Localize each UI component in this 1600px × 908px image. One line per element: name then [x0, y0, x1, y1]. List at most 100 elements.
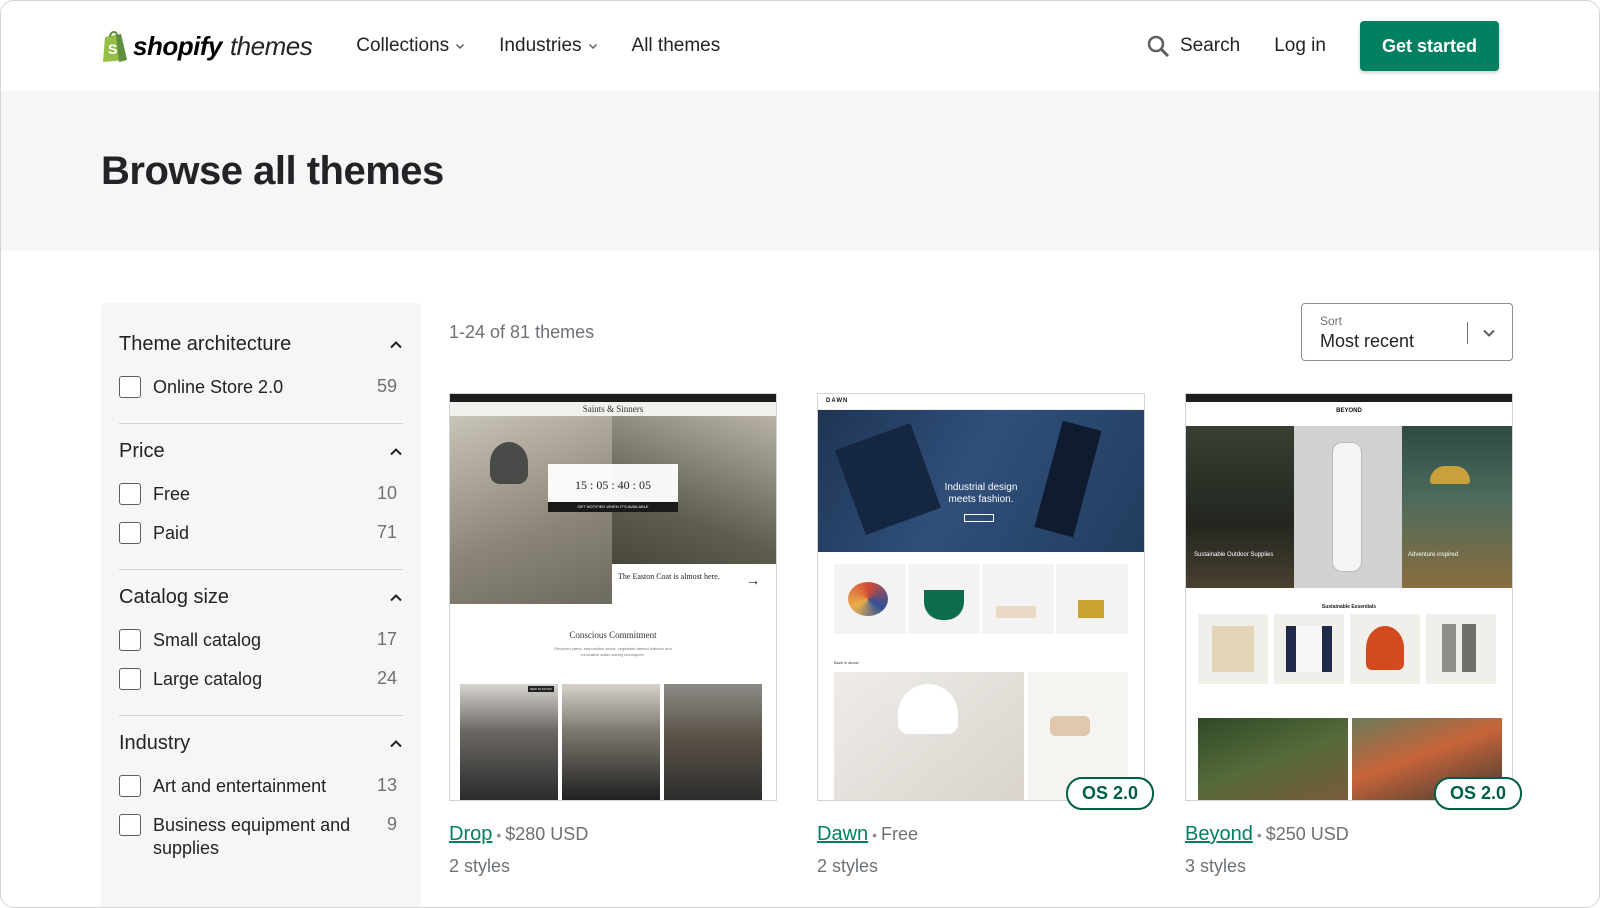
- preview-nav-bar: [818, 394, 1144, 410]
- preview-product-bag-1-art: [848, 582, 888, 616]
- filter-option-count: 24: [376, 668, 397, 688]
- theme-thumbnail-beyond[interactable]: BEYOND Sustainable Outdoor Supplies Adve…: [1185, 393, 1522, 810]
- filter-group-industry: Industry Art and entertainment 13 Busine…: [119, 716, 403, 884]
- theme-thumbnail-drop[interactable]: Saints & Sinners 15 : 05 : 40 : 05 GET N…: [449, 393, 777, 801]
- filter-sidebar: Theme architecture Online Store 2.0 59 P…: [101, 303, 421, 907]
- preview-hero-button: [964, 514, 994, 522]
- preview-bottle: [1332, 442, 1362, 572]
- main-nav: Collections Industries All themes: [356, 35, 720, 57]
- nav-all-themes[interactable]: All themes: [632, 35, 721, 57]
- nav-collections[interactable]: Collections: [356, 35, 465, 57]
- filter-option-label: Business equipment and supplies: [153, 815, 351, 858]
- filter-option-label: Small catalog: [153, 630, 262, 650]
- theme-name-link[interactable]: Drop: [449, 823, 492, 845]
- filter-checkbox[interactable]: [119, 814, 141, 836]
- filter-group-toggle[interactable]: Theme architecture: [119, 327, 403, 368]
- preview-product-tee-art: [1212, 626, 1254, 672]
- filter-group-price: Price Free 10 Paid 71: [119, 424, 403, 570]
- results-toolbar: 1-24 of 81 themes Sort Most recent: [449, 303, 1513, 361]
- get-started-button[interactable]: Get started: [1359, 21, 1499, 71]
- nav-collections-label: Collections: [356, 35, 450, 56]
- filter-option: Art and entertainment 13: [119, 767, 403, 806]
- filter-option-count: 17: [376, 629, 397, 649]
- preview-product-3: [664, 684, 762, 800]
- filter-checkbox[interactable]: [119, 483, 141, 505]
- preview-product-sock-1: [1442, 624, 1456, 672]
- theme-styles: 2 styles: [817, 856, 879, 876]
- filter-option: Small catalog 17: [119, 621, 403, 660]
- theme-card-meta: Beyond • $250 USD: [1185, 823, 1513, 846]
- theme-thumbnail-dawn[interactable]: DAWN Industrial design meets fashion. Ba…: [817, 393, 1154, 810]
- filter-option-label: Online Store 2.0: [153, 377, 284, 397]
- filter-option: Business equipment and supplies 9: [119, 806, 403, 868]
- theme-card-beyond: BEYOND Sustainable Outdoor Supplies Adve…: [1185, 393, 1522, 877]
- preview-image-left: [1186, 426, 1294, 588]
- logo-subtitle: themes: [229, 30, 313, 61]
- separator-dot: •: [1256, 827, 1262, 843]
- beyond-preview: BEYOND Sustainable Outdoor Supplies Adve…: [1186, 394, 1512, 800]
- site-header: S shopify themes Collections Industries …: [1, 1, 1599, 91]
- filter-group-toggle[interactable]: Price: [119, 434, 403, 475]
- preview-announcement-bar: [450, 394, 776, 402]
- preview-lifestyle-1: [1198, 718, 1348, 800]
- theme-styles: 2 styles: [449, 856, 511, 876]
- search-button[interactable]: Search: [1146, 34, 1240, 58]
- filter-checkbox[interactable]: [119, 522, 141, 544]
- filter-checkbox[interactable]: [119, 376, 141, 398]
- preview-beanie: [490, 442, 528, 484]
- preview-product-2: [562, 684, 660, 800]
- page-frame: S shopify themes Collections Industries …: [0, 0, 1600, 908]
- theme-card-meta: Drop • $280 USD: [449, 823, 777, 846]
- preview-product-1: [460, 684, 558, 800]
- filter-group-catalog: Catalog size Small catalog 17 Large cata…: [119, 570, 403, 716]
- filter-group-toggle[interactable]: Industry: [119, 726, 403, 767]
- preview-brand: DAWN: [826, 398, 849, 404]
- preview-right-caption: Adventure inspired: [1408, 552, 1459, 558]
- login-link[interactable]: Log in: [1274, 35, 1326, 57]
- preview-product-shoe-art: [996, 606, 1036, 618]
- nav-industries[interactable]: Industries: [499, 35, 597, 57]
- separator-dot: •: [496, 827, 502, 843]
- filter-option-label: Paid: [153, 523, 190, 543]
- main-content: Theme architecture Online Store 2.0 59 P…: [1, 251, 1599, 907]
- os-badge: OS 2.0: [1065, 777, 1154, 810]
- filter-checkbox[interactable]: [119, 775, 141, 797]
- preview-feature-bag: [1050, 716, 1090, 736]
- sort-select[interactable]: Sort Most recent: [1301, 303, 1513, 361]
- filter-option: Paid 71: [119, 514, 403, 553]
- preview-image-right: [1402, 426, 1512, 588]
- preview-section-title: Sustainable Essentials: [1321, 604, 1377, 610]
- search-label: Search: [1179, 35, 1241, 56]
- preview-tag: NEW IN STOCK: [528, 686, 554, 692]
- theme-name-link[interactable]: Dawn: [817, 823, 868, 845]
- theme-results: 1-24 of 81 themes Sort Most recent Saint…: [449, 303, 1522, 907]
- preview-product-bag-3: [1056, 564, 1128, 634]
- theme-name-link[interactable]: Beyond: [1185, 823, 1253, 845]
- preview-product-socks: [1426, 614, 1496, 684]
- arrow-right-icon: →: [746, 572, 760, 588]
- filter-option: Free 10: [119, 475, 403, 514]
- chevron-up-icon: [390, 447, 402, 455]
- sort-divider: [1467, 322, 1468, 344]
- preview-product-raglan-art: [1286, 626, 1332, 672]
- theme-grid: Saints & Sinners 15 : 05 : 40 : 05 GET N…: [449, 393, 1522, 877]
- filter-group-title: Industry: [119, 732, 191, 754]
- filter-group-title: Price: [119, 440, 165, 462]
- preview-section-label: Back in stock!: [834, 660, 859, 665]
- chevron-down-icon: [456, 43, 465, 50]
- filter-checkbox[interactable]: [119, 668, 141, 690]
- svg-text:S: S: [108, 41, 117, 57]
- logo-wordmark: shopify: [133, 30, 222, 61]
- hero-banner: Browse all themes: [1, 91, 1599, 251]
- theme-price: $250 USD: [1265, 824, 1349, 844]
- preview-brand: BEYOND: [1336, 408, 1362, 414]
- theme-price: $280 USD: [505, 824, 589, 844]
- filter-option-label: Art and entertainment: [153, 776, 327, 796]
- os-badge: OS 2.0: [1433, 777, 1522, 810]
- shopify-themes-logo[interactable]: S shopify themes: [101, 29, 313, 63]
- filter-checkbox[interactable]: [119, 629, 141, 651]
- filter-option-label: Large catalog: [153, 669, 263, 689]
- preview-store-name: Saints & Sinners: [450, 402, 776, 416]
- filter-group-toggle[interactable]: Catalog size: [119, 580, 403, 621]
- filter-option-label: Free: [153, 484, 191, 504]
